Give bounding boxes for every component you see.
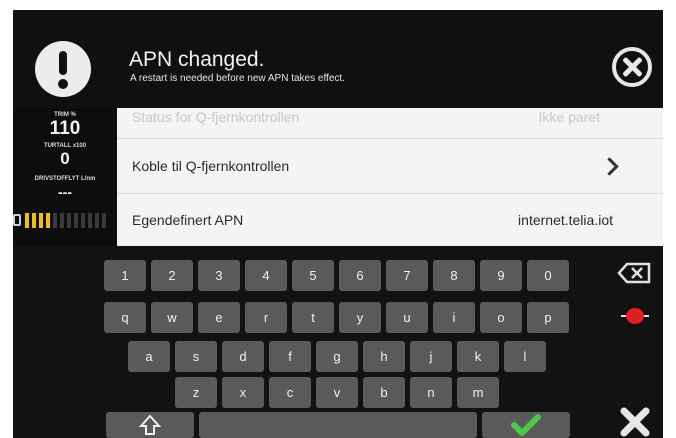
setting-label: Status for Q-fjernkontrollen (132, 109, 300, 125)
letter-key-w[interactable]: w (151, 302, 193, 333)
space-key[interactable] (199, 412, 477, 438)
close-icon (620, 407, 650, 437)
number-key-3[interactable]: 3 (198, 260, 240, 291)
letter-key-t[interactable]: t (292, 302, 334, 333)
fuel-label: DRIVSTOFFLYT L/nm (34, 176, 96, 182)
letter-key-s[interactable]: s (175, 341, 217, 372)
engine-gauges: TRIM % 110 TURTALL x100 0 DRIVSTOFFLYT L… (13, 108, 117, 246)
letter-key-l[interactable]: l (504, 341, 546, 372)
letter-key-m[interactable]: m (457, 377, 499, 408)
number-key-5[interactable]: 5 (292, 260, 334, 291)
letter-key-n[interactable]: n (410, 377, 452, 408)
letter-key-f[interactable]: f (269, 341, 311, 372)
battery-segment (32, 213, 36, 228)
letter-key-g[interactable]: g (316, 341, 358, 372)
letter-key-b[interactable]: b (363, 377, 405, 408)
letter-key-h[interactable]: h (363, 341, 405, 372)
letter-key-j[interactable]: j (410, 341, 452, 372)
number-key-6[interactable]: 6 (339, 260, 381, 291)
number-key-1[interactable]: 1 (104, 260, 146, 291)
device-screen: APN changed. A restart is needed before … (13, 10, 663, 438)
chevron-right-icon (600, 157, 619, 176)
setting-row-custom-apn[interactable]: Egendefinert APN internet.telia.iot (117, 194, 663, 246)
setting-row-connect-remote[interactable]: Koble til Q-fjernkontrollen (117, 139, 663, 194)
checkmark-icon (511, 414, 541, 436)
fuel-value: --- (58, 184, 72, 200)
rpm-value: 0 (60, 149, 70, 168)
battery-icon (13, 214, 21, 226)
accept-key[interactable] (482, 412, 570, 438)
battery-segment (53, 213, 57, 228)
letter-key-d[interactable]: d (222, 341, 264, 372)
exclamation-icon (35, 41, 91, 97)
notification-message: A restart is needed before new APN takes… (130, 73, 345, 84)
backspace-icon (617, 262, 651, 284)
battery-segment (102, 213, 106, 228)
letter-key-k[interactable]: k (457, 341, 499, 372)
letter-key-z[interactable]: z (175, 377, 217, 408)
close-notification-button[interactable] (612, 47, 652, 87)
number-key-4[interactable]: 4 (245, 260, 287, 291)
battery-segment (39, 213, 43, 228)
letter-key-e[interactable]: e (198, 302, 240, 333)
close-keyboard-button[interactable] (617, 406, 653, 438)
number-key-0[interactable]: 0 (527, 260, 569, 291)
trim-value: 110 (49, 118, 81, 139)
setting-value: Ikke paret (538, 109, 600, 125)
notification-banner: APN changed. A restart is needed before … (13, 10, 663, 108)
letter-key-i[interactable]: i (433, 302, 475, 333)
battery-segment (95, 213, 99, 228)
battery-segment (74, 213, 78, 228)
letter-key-p[interactable]: p (527, 302, 569, 333)
on-screen-keyboard: 1234567890 qwertyuiop asdfghjkl zxcvbnm (13, 246, 663, 438)
battery-segment (25, 213, 29, 228)
number-key-9[interactable]: 9 (480, 260, 522, 291)
number-key-2[interactable]: 2 (151, 260, 193, 291)
letter-key-a[interactable]: a (128, 341, 170, 372)
shift-key[interactable] (106, 412, 194, 438)
number-key-7[interactable]: 7 (386, 260, 428, 291)
language-button[interactable] (617, 302, 653, 330)
battery-segment (67, 213, 71, 228)
battery-segment (46, 213, 50, 228)
shift-arrow-icon (138, 414, 162, 435)
notification-title: APN changed. (129, 48, 265, 71)
battery-segment (60, 213, 64, 228)
number-key-8[interactable]: 8 (433, 260, 475, 291)
backspace-button[interactable] (617, 260, 653, 286)
battery-segment (81, 213, 85, 228)
letter-key-o[interactable]: o (480, 302, 522, 333)
letter-key-y[interactable]: y (339, 302, 381, 333)
language-icon (621, 308, 649, 324)
letter-key-c[interactable]: c (269, 377, 311, 408)
letter-key-q[interactable]: q (104, 302, 146, 333)
setting-label: Egendefinert APN (132, 212, 244, 228)
letter-key-x[interactable]: x (222, 377, 264, 408)
settings-list: Status for Q-fjernkontrollen Ikke paret … (117, 108, 663, 246)
battery-segment (88, 213, 92, 228)
setting-label: Koble til Q-fjernkontrollen (132, 158, 290, 174)
letter-key-v[interactable]: v (316, 377, 358, 408)
letter-key-r[interactable]: r (245, 302, 287, 333)
setting-row-remote-status[interactable]: Status for Q-fjernkontrollen Ikke paret (117, 108, 663, 139)
apn-value: internet.telia.iot (518, 212, 613, 228)
letter-key-u[interactable]: u (386, 302, 428, 333)
